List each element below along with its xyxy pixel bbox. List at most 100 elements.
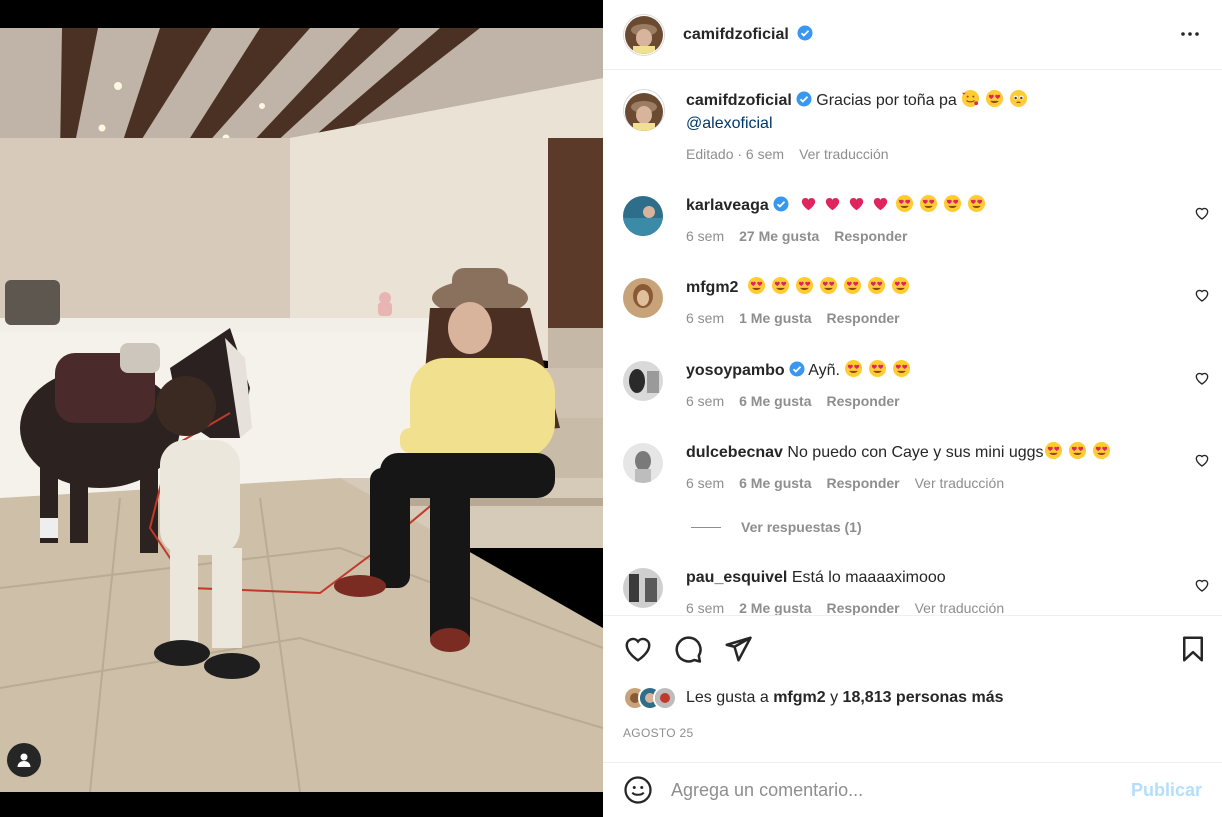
comments-list[interactable]: camifdzoficial Gracias por toña pa @alex…	[603, 71, 1222, 615]
comment-username[interactable]: yosoypambo	[686, 362, 785, 379]
tagged-users-button[interactable]	[7, 743, 41, 777]
comment-likes[interactable]: 2 Me gusta	[739, 597, 811, 615]
comment-input[interactable]	[671, 779, 1131, 801]
comment-time[interactable]: 6 sem	[686, 597, 724, 615]
comment-avatar[interactable]	[623, 568, 663, 608]
caption-body: camifdzoficial Gracias por toña pa @alex…	[686, 89, 1210, 166]
comment-likes[interactable]: 1 Me gusta	[739, 307, 811, 330]
comment-body: pau_esquivel Está lo maaaaximooo 6 sem 2…	[686, 566, 1210, 615]
comment-likes[interactable]: 6 Me gusta	[739, 472, 811, 495]
translate-link[interactable]: Ver traducción	[915, 597, 1005, 615]
comment-avatar[interactable]	[623, 196, 663, 236]
heart-eyes-icon	[1044, 441, 1062, 460]
publish-button[interactable]: Publicar	[1131, 780, 1202, 801]
post-date[interactable]: AGOSTO 25	[623, 726, 694, 740]
verified-badge-icon	[796, 91, 812, 107]
comment-item: pau_esquivel Está lo maaaaximooo 6 sem 2…	[623, 566, 1210, 615]
comment-emojis	[844, 359, 916, 379]
reply-button[interactable]: Responder	[826, 472, 899, 495]
verified-badge-icon	[773, 196, 789, 212]
commenter-avatar-image	[623, 361, 663, 401]
comment-item: karlaveaga 6 sem 27 Me gusta Responder	[623, 194, 1210, 248]
heart-eyes-icon	[869, 359, 887, 378]
likes-connector: y	[830, 689, 839, 706]
like-heart-icon[interactable]	[623, 634, 653, 664]
caption-translate-link[interactable]: Ver traducción	[799, 143, 889, 166]
comment-like-heart-icon[interactable]	[1194, 205, 1210, 221]
commenter-avatar-image	[623, 278, 663, 318]
comment-like-heart-icon[interactable]	[1194, 287, 1210, 303]
comment-likes[interactable]: 6 Me gusta	[739, 390, 811, 413]
comment-emojis	[799, 194, 991, 214]
comment-body: mfgm2 6 sem 1 Me gusta Responder	[686, 276, 1210, 330]
red-heart-icon	[850, 198, 864, 211]
view-replies-button[interactable]: Ver respuestas (1)	[691, 519, 862, 535]
post-media	[0, 0, 603, 817]
view-replies-label: Ver respuestas (1)	[741, 519, 862, 535]
reply-button[interactable]: Responder	[826, 390, 899, 413]
emoji-smiley-icon[interactable]	[623, 775, 653, 805]
caption-mention[interactable]: @alexoficial	[686, 112, 1210, 135]
comment-like-heart-icon[interactable]	[1194, 452, 1210, 468]
heart-eyes-icon	[771, 276, 789, 295]
author-avatar[interactable]	[623, 13, 665, 56]
comment-username[interactable]: dulcebecnav	[686, 444, 783, 461]
comment-like-heart-icon[interactable]	[1194, 370, 1210, 386]
save-bookmark-icon[interactable]	[1178, 634, 1208, 664]
caption-avatar[interactable]	[623, 89, 665, 131]
heart-eyes-icon	[944, 194, 962, 213]
comment-item: yosoypambo Ayñ. 6 sem 6 Me gusta Respond…	[623, 359, 1210, 413]
comment-bubble-icon[interactable]	[673, 634, 703, 664]
heart-eyes-icon	[920, 194, 938, 213]
red-heart-icon	[802, 198, 816, 211]
caption-text: Gracias por toña pa	[816, 92, 957, 109]
comment-text: Ayñ.	[808, 362, 840, 379]
share-paper-plane-icon[interactable]	[723, 634, 753, 664]
commenter-avatar-image	[623, 196, 663, 236]
verified-badge-icon	[797, 25, 813, 41]
translate-link[interactable]: Ver traducción	[915, 472, 1005, 495]
author-username[interactable]: camifdzoficial	[683, 26, 789, 43]
comment-username[interactable]: mfgm2	[686, 279, 738, 296]
heart-eyes-icon	[819, 276, 837, 295]
comment-item: dulcebecnav No puedo con Caye y sus mini…	[623, 441, 1210, 495]
caption-username[interactable]: camifdzoficial	[686, 92, 792, 109]
liker-avatar	[653, 686, 677, 710]
post-panel: camifdzoficial camifdzoficial Gracias po…	[603, 0, 1222, 817]
comment-body: karlaveaga 6 sem 27 Me gusta Responder	[686, 194, 1210, 248]
comment-body: yosoypambo Ayñ. 6 sem 6 Me gusta Respond…	[686, 359, 1210, 413]
comment-emojis	[1044, 441, 1116, 461]
comment-body: dulcebecnav No puedo con Caye y sus mini…	[686, 441, 1210, 495]
heart-eyes-icon	[867, 276, 885, 295]
comment-avatar[interactable]	[623, 278, 663, 318]
more-options-icon[interactable]	[1178, 22, 1202, 46]
comment-time[interactable]: 6 sem	[686, 390, 724, 413]
comment-time[interactable]: 6 sem	[686, 307, 724, 330]
comment-username[interactable]: karlaveaga	[686, 197, 769, 214]
post-photo[interactable]	[0, 28, 603, 792]
likes-summary[interactable]: Les gusta a mfgm2 y 18,813 personas más	[623, 686, 1004, 710]
heart-eyes-icon	[845, 359, 863, 378]
verified-badge-icon	[789, 361, 805, 377]
replies-divider	[691, 526, 721, 528]
comment-time[interactable]: 6 sem	[686, 472, 724, 495]
likes-count[interactable]: 18,813 personas más	[843, 689, 1004, 706]
reply-button[interactable]: Responder	[826, 597, 899, 615]
comment-like-heart-icon[interactable]	[1194, 577, 1210, 593]
red-heart-icon	[874, 198, 888, 211]
comment-time[interactable]: 6 sem	[686, 225, 724, 248]
heart-eyes-icon	[1068, 441, 1086, 460]
add-comment-bar: Publicar	[603, 762, 1222, 817]
likes-user[interactable]: mfgm2	[773, 689, 825, 706]
caption-avatar-image	[625, 93, 663, 131]
heart-eyes-icon	[896, 194, 914, 213]
comment-username[interactable]: pau_esquivel	[686, 569, 787, 586]
comment-emojis	[747, 276, 915, 296]
comment-avatar[interactable]	[623, 443, 663, 483]
comment-likes[interactable]: 27 Me gusta	[739, 225, 819, 248]
pleading-face-icon	[1010, 89, 1028, 108]
reply-button[interactable]: Responder	[826, 307, 899, 330]
comment-avatar[interactable]	[623, 361, 663, 401]
reply-button[interactable]: Responder	[834, 225, 907, 248]
heart-eyes-icon	[747, 276, 765, 295]
